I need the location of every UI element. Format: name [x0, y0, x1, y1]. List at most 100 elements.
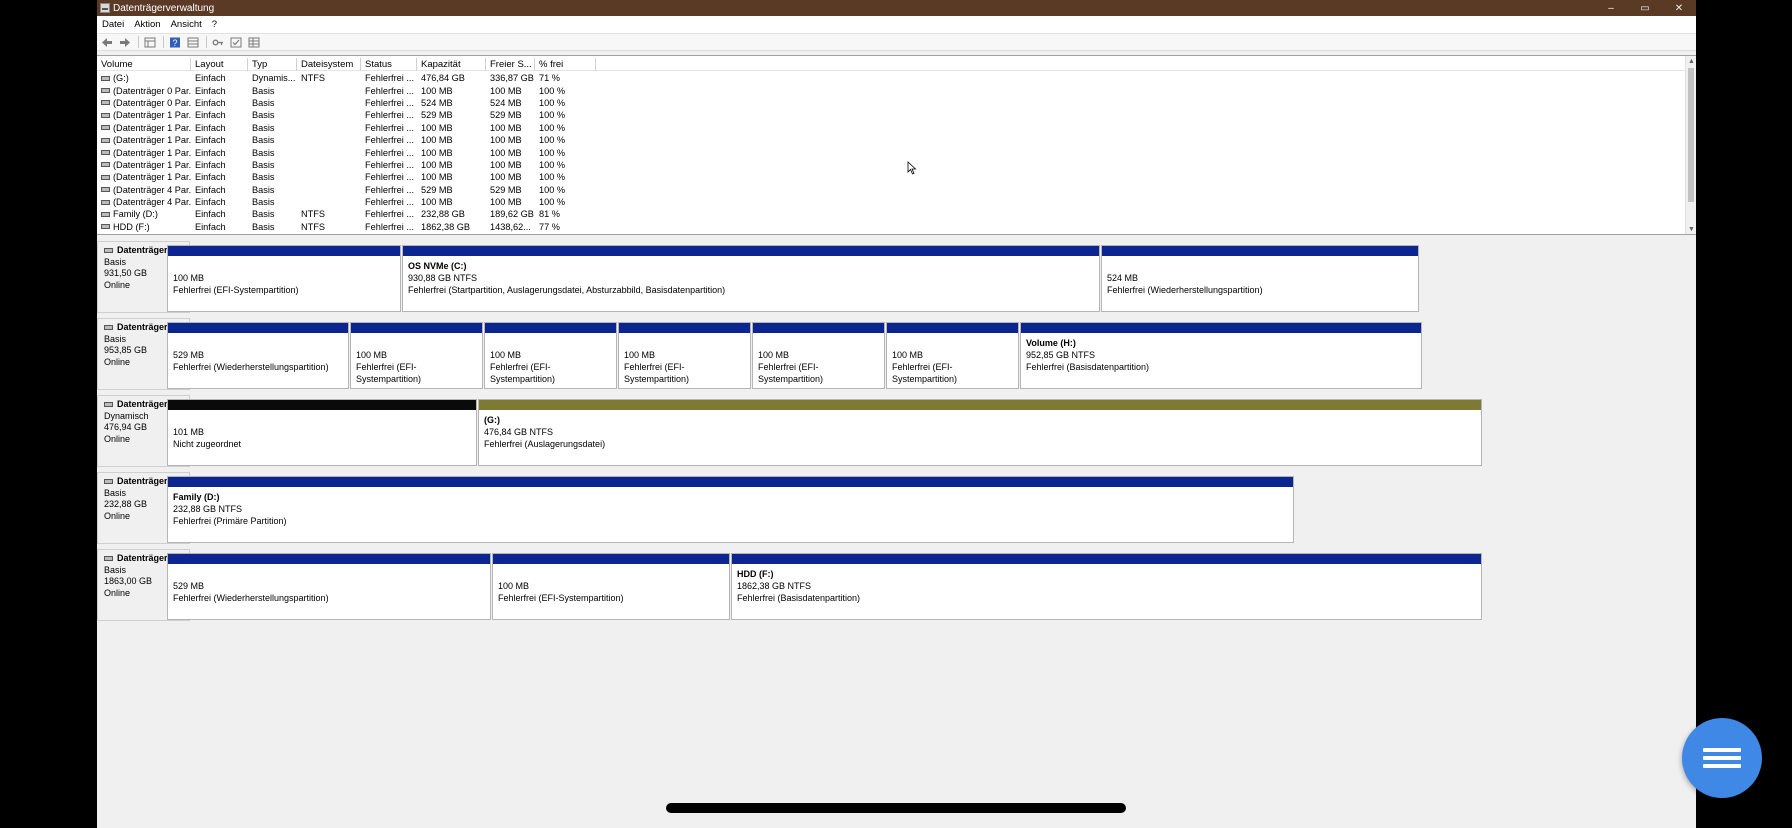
column-header-volume[interactable]: Volume [97, 58, 191, 71]
partition-block[interactable]: HDD (F:) 1862,38 GB NTFS Fehlerfrei (Basis… [731, 553, 1482, 620]
scrollbar-thumb[interactable] [1688, 68, 1694, 202]
column-header-status[interactable]: Status [361, 58, 417, 71]
help-icon[interactable]: ? [168, 36, 182, 49]
drive-icon [101, 112, 110, 118]
home-indicator[interactable] [666, 803, 1126, 813]
menu-ansicht[interactable]: Ansicht [166, 19, 207, 30]
volume-row[interactable]: Family (D:) Einfach Basis NTFS Fehlerfrei ..… [97, 208, 1680, 220]
partition-color-bar [168, 246, 400, 256]
volume-cell-kapazitaet: 100 MB [421, 122, 453, 133]
partition-size: 1862,38 GB NTFS [737, 580, 812, 591]
volume-row[interactable]: (Datenträger 1 Par... Einfach Basis Fehlerf… [97, 171, 1680, 183]
volume-cell-kapazitaet: 100 MB [421, 159, 453, 170]
partition-info: 100 MB Fehlerfrei (EFI-Systempartition) [493, 564, 729, 605]
partition-info: (G:) 476,84 GB NTFS Fehlerfrei (Auslagerun… [479, 410, 1481, 450]
partition-size: 529 MB [173, 581, 205, 591]
drive-icon [101, 88, 110, 94]
partition-block[interactable]: 529 MB Fehlerfrei (Wiederherstellungspart… [167, 553, 491, 620]
minimize-button[interactable]: – [1594, 0, 1628, 16]
column-header-freier-speicher[interactable]: Freier S... [486, 58, 535, 71]
grid-view-icon[interactable] [143, 36, 157, 49]
menu-help[interactable]: ? [207, 19, 222, 30]
volume-row[interactable]: (G:) Einfach Dynamis... NTFS Fehlerfrei ... 4… [97, 72, 1680, 84]
partition-block[interactable]: OS NVMe (C:) 930,88 GB NTFS Fehlerfrei (St… [402, 245, 1100, 312]
disk-row: Datenträger 3 Basis 232,88 GB Online Family … [97, 472, 1696, 544]
volume-row[interactable]: (Datenträger 0 Par... Einfach Basis Fehlerf… [97, 84, 1680, 96]
volume-cell-prozent-frei: 100 % [539, 97, 566, 108]
volume-row[interactable]: (Datenträger 1 Par... Einfach Basis Fehlerf… [97, 109, 1680, 121]
volume-row[interactable]: (Datenträger 4 Par... Einfach Basis Fehlerf… [97, 184, 1680, 196]
scroll-up-arrow-icon[interactable]: ▲ [1686, 56, 1696, 66]
column-header-typ[interactable]: Typ [248, 58, 297, 71]
column-header-prozent-frei[interactable]: % frei [535, 58, 596, 71]
partition-block[interactable]: 100 MB Fehlerfrei (EFI-Systempartition) [492, 553, 730, 620]
close-button[interactable]: ✕ [1662, 0, 1696, 16]
drive-icon [101, 199, 110, 205]
partition-block[interactable]: 100 MB Fehlerfrei (EFI-Systempartition) [752, 322, 885, 389]
volume-name: (Datenträger 1 Par... [113, 110, 191, 121]
partition-color-bar [1021, 323, 1421, 333]
volume-row[interactable]: (Datenträger 4 Par... Einfach Basis Fehlerf… [97, 196, 1680, 208]
partition-block[interactable]: (G:) 476,84 GB NTFS Fehlerfrei (Auslagerun… [478, 399, 1482, 466]
partition-block[interactable]: 101 MB Nicht zugeordnet [167, 399, 477, 466]
column-header-dateisystem[interactable]: Dateisystem [297, 58, 361, 71]
partition-block[interactable]: 100 MB Fehlerfrei (EFI-Systempartition) [618, 322, 751, 389]
partition-block[interactable]: 100 MB Fehlerfrei (EFI-Systempartition) [886, 322, 1019, 389]
volume-row[interactable]: (Datenträger 1 Par... Einfach Basis Fehlerf… [97, 134, 1680, 146]
volume-cell-typ: Basis [252, 97, 275, 108]
partition-status: Fehlerfrei (Startpartition, Auslagerungs… [408, 284, 726, 295]
volume-cell-status: Fehlerfrei ... [365, 209, 415, 220]
volume-name: Family (D:) [113, 209, 158, 220]
column-header-kapazitaet[interactable]: Kapazität [417, 58, 486, 71]
volume-name: HDD (F:) [113, 221, 150, 232]
volume-cell-volume: (G:) [97, 72, 191, 84]
check-icon[interactable] [229, 36, 243, 49]
volume-cell-freier-speicher: 524 MB [490, 97, 522, 108]
key-icon[interactable] [211, 36, 225, 49]
volume-row[interactable]: (Datenträger 1 Par... Einfach Basis Fehlerf… [97, 159, 1680, 171]
volume-cell-prozent-frei: 100 % [539, 122, 566, 133]
volume-cell-status: Fehlerfrei ... [365, 73, 415, 84]
volume-row[interactable]: (Datenträger 1 Par... Einfach Basis Fehlerf… [97, 146, 1680, 158]
partition-block[interactable]: 100 MB Fehlerfrei (EFI-Systempartition) [484, 322, 617, 389]
partition-size: 100 MB [624, 350, 656, 360]
volume-cell-prozent-frei: 71 % [539, 73, 560, 84]
partition-status: Fehlerfrei (EFI-Systempartition) [356, 361, 422, 384]
volume-list-scrollbar[interactable]: ▲ ▼ [1685, 56, 1696, 234]
partition-block[interactable]: 529 MB Fehlerfrei (Wiederherstellungspart… [167, 322, 349, 389]
partition-block[interactable]: Family (D:) 232,88 GB NTFS Fehlerfrei (Pri… [167, 476, 1294, 543]
forward-arrow-icon[interactable] [118, 36, 132, 49]
partition-size: 232,88 GB NTFS [173, 503, 243, 514]
column-header-layout[interactable]: Layout [191, 58, 248, 71]
partition-block[interactable]: 100 MB Fehlerfrei (EFI-Systempartition) [350, 322, 483, 389]
volume-row[interactable]: (Datenträger 1 Par... Einfach Basis Fehlerf… [97, 122, 1680, 134]
partition-info: 100 MB Fehlerfrei (EFI-Systempartition) [485, 333, 616, 385]
scroll-down-arrow-icon[interactable]: ▼ [1686, 224, 1696, 234]
partition-block[interactable]: 100 MB Fehlerfrei (EFI-Systempartition) [167, 245, 401, 312]
floating-menu-button[interactable] [1682, 718, 1762, 798]
volume-cell-status: Fehlerfrei ... [365, 135, 415, 146]
list-view-icon[interactable] [186, 36, 200, 49]
partition-block[interactable]: 524 MB Fehlerfrei (Wiederherstellungspart… [1101, 245, 1419, 312]
menu-aktion[interactable]: Aktion [129, 19, 165, 30]
partition-info: 101 MB Nicht zugeordnet [168, 410, 476, 451]
volume-cell-kapazitaet: 100 MB [421, 172, 453, 183]
volume-name: (Datenträger 4 Par... [113, 197, 191, 208]
volume-cell-volume: Family (D:) [97, 208, 191, 220]
volume-cell-kapazitaet: 232,88 GB [421, 209, 465, 220]
back-arrow-icon[interactable] [100, 36, 114, 49]
menu-datei[interactable]: Datei [97, 19, 129, 30]
svg-text:?: ? [172, 38, 177, 48]
volume-cell-layout: Einfach [195, 135, 226, 146]
volume-cell-freier-speicher: 100 MB [490, 147, 522, 158]
volume-cell-typ: Basis [252, 184, 275, 195]
volume-name: (Datenträger 1 Par... [113, 135, 191, 146]
volume-row[interactable]: HDD (F:) Einfach Basis NTFS Fehlerfrei ... 18… [97, 221, 1680, 233]
maximize-button[interactable]: ▭ [1628, 0, 1662, 16]
table-icon[interactable] [247, 36, 261, 49]
partition-status: Fehlerfrei (EFI-Systempartition) [490, 361, 556, 384]
disk-icon [104, 325, 113, 331]
volume-row[interactable]: (Datenträger 0 Par... Einfach Basis Fehlerf… [97, 97, 1680, 109]
partition-info: Volume (H:) 952,85 GB NTFS Fehlerfrei (Bas… [1021, 333, 1421, 373]
partition-block[interactable]: Volume (H:) 952,85 GB NTFS Fehlerfrei (Bas… [1020, 322, 1422, 389]
